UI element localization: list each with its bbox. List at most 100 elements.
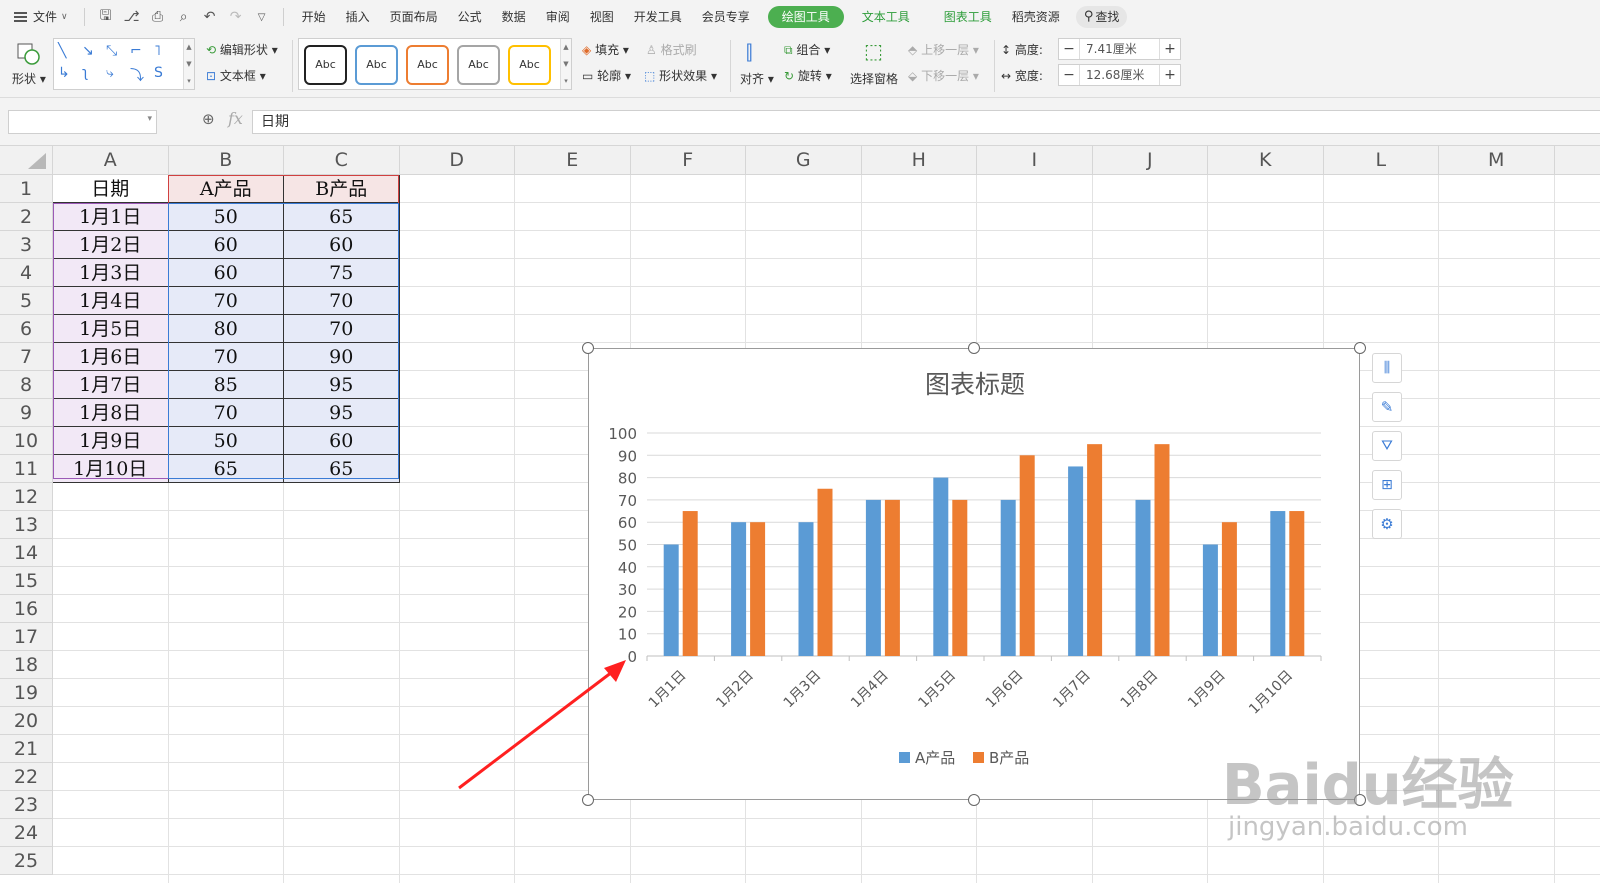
- gallery-scroll[interactable]: ▲ ▼ ▾: [183, 39, 194, 89]
- curve-double-icon[interactable]: ⤵: [130, 65, 144, 85]
- column-header-m[interactable]: M: [1439, 146, 1555, 175]
- column-header-l[interactable]: L: [1323, 146, 1439, 175]
- chart[interactable]: 图表标题 0 10 20 30 40 50 60 70 80 90 100 1月1日 1月2日 1月3日 1月…: [588, 348, 1360, 800]
- rotate-button[interactable]: ↻ 旋转 ▾: [784, 67, 832, 84]
- save-icon[interactable]: 🖫: [95, 6, 117, 28]
- chart-settings-button[interactable]: ⚙: [1372, 509, 1402, 539]
- header-cell[interactable]: 日期: [53, 175, 169, 203]
- align-button[interactable]: 对齐 ▾: [740, 70, 774, 87]
- tab-data[interactable]: 数据: [492, 0, 536, 34]
- shape-style-3[interactable]: Abc: [406, 45, 449, 85]
- column-header-h[interactable]: H: [861, 146, 977, 175]
- row-header-4[interactable]: 4: [0, 259, 53, 287]
- tab-view[interactable]: 视图: [580, 0, 624, 34]
- print-icon[interactable]: ⎙: [147, 6, 169, 28]
- chevron-down-icon[interactable]: ▾: [147, 114, 152, 124]
- format-painter-icon[interactable]: ⎇: [121, 6, 143, 28]
- row-header-24[interactable]: 24: [0, 819, 53, 847]
- fx-icon[interactable]: fx: [228, 109, 243, 128]
- shape-button[interactable]: 形状 ▾: [12, 70, 46, 87]
- row-header-9[interactable]: 9: [0, 399, 53, 427]
- file-menu[interactable]: 文件 ∨: [0, 0, 76, 34]
- undo-icon[interactable]: ↶: [199, 6, 221, 28]
- tab-formulas[interactable]: 公式: [448, 0, 492, 34]
- group-button[interactable]: ⧉ 组合 ▾: [784, 41, 830, 58]
- shape-style-4[interactable]: Abc: [457, 45, 500, 85]
- selection-pane-icon[interactable]: ⬚: [864, 39, 883, 63]
- increase-width-button[interactable]: +: [1160, 67, 1180, 83]
- format-painter-button[interactable]: ♙ 格式刷: [646, 41, 697, 58]
- name-box[interactable]: ▾: [8, 110, 157, 134]
- column-header-e[interactable]: E: [515, 146, 631, 175]
- send-backward-button[interactable]: ⬙ 下移一层 ▾: [908, 67, 979, 84]
- print-preview-icon[interactable]: ⌕: [173, 6, 195, 28]
- column-header-a[interactable]: A: [53, 146, 169, 175]
- tab-member[interactable]: 会员专享: [692, 0, 760, 34]
- column-header-c[interactable]: C: [284, 146, 400, 175]
- column-header-f[interactable]: F: [630, 146, 746, 175]
- select-all-corner[interactable]: [0, 146, 53, 175]
- row-header-5[interactable]: 5: [0, 287, 53, 315]
- elbow-double-icon[interactable]: ↳: [58, 65, 70, 81]
- column-header-n[interactable]: N: [1554, 146, 1600, 175]
- row-header-18[interactable]: 18: [0, 651, 53, 679]
- row-header-3[interactable]: 3: [0, 231, 53, 259]
- row-header-6[interactable]: 6: [0, 315, 53, 343]
- row-header-1[interactable]: 1: [0, 175, 53, 203]
- row-header-2[interactable]: 2: [0, 203, 53, 231]
- resize-handle-s[interactable]: [968, 794, 980, 806]
- bring-forward-button[interactable]: ⬘ 上移一层 ▾: [908, 41, 979, 58]
- arrow-line-icon[interactable]: ↘: [82, 43, 94, 59]
- row-header-7[interactable]: 7: [0, 343, 53, 371]
- height-stepper[interactable]: − 7.41厘米 +: [1058, 38, 1181, 60]
- fill-button[interactable]: ◈ 填充 ▾: [582, 41, 629, 58]
- row-header-15[interactable]: 15: [0, 567, 53, 595]
- tab-review[interactable]: 审阅: [536, 0, 580, 34]
- tab-chart-tools[interactable]: 图表工具: [934, 0, 1002, 34]
- tab-insert[interactable]: 插入: [336, 0, 380, 34]
- tab-home[interactable]: 开始: [292, 0, 336, 34]
- tab-text-tools[interactable]: 文本工具: [852, 0, 920, 34]
- curve-icon[interactable]: ʅ: [82, 65, 88, 81]
- edit-shape-button[interactable]: ⟲ 编辑形状 ▾: [206, 41, 278, 58]
- column-header-k[interactable]: K: [1208, 146, 1324, 175]
- column-header-j[interactable]: J: [1092, 146, 1208, 175]
- redo-icon[interactable]: ↷: [225, 6, 247, 28]
- chart-data-button[interactable]: ⊞: [1372, 470, 1402, 500]
- column-header-d[interactable]: D: [399, 146, 515, 175]
- increase-height-button[interactable]: +: [1160, 41, 1180, 57]
- shape-effects-button[interactable]: ⬚ 形状效果 ▾: [644, 67, 717, 84]
- column-header-i[interactable]: I: [977, 146, 1093, 175]
- tab-page-layout[interactable]: 页面布局: [380, 0, 448, 34]
- chart-style-button[interactable]: ✎: [1372, 392, 1402, 422]
- row-header-20[interactable]: 20: [0, 707, 53, 735]
- outline-button[interactable]: ▭ 轮廓 ▾: [582, 67, 631, 84]
- shape-icon[interactable]: [16, 42, 42, 66]
- row-header-22[interactable]: 22: [0, 763, 53, 791]
- row-header-10[interactable]: 10: [0, 427, 53, 455]
- text-box-button[interactable]: ⊡ 文本框 ▾: [206, 67, 266, 84]
- column-header-g[interactable]: G: [746, 146, 862, 175]
- width-stepper[interactable]: − 12.68厘米 +: [1058, 64, 1181, 86]
- chart-elements-button[interactable]: ⫼: [1372, 353, 1402, 383]
- elbow-arrow-icon[interactable]: ˥: [154, 43, 161, 59]
- row-header-12[interactable]: 12: [0, 483, 53, 511]
- align-icon[interactable]: ⫿: [746, 40, 752, 64]
- shape-style-gallery[interactable]: Abc Abc Abc Abc Abc ▲ ▼ ▾: [298, 38, 572, 90]
- row-header-13[interactable]: 13: [0, 511, 53, 539]
- gallery-scroll[interactable]: ▲ ▼ ▾: [560, 39, 571, 89]
- decrease-width-button[interactable]: −: [1059, 67, 1079, 83]
- curve-arrow-icon[interactable]: ⤷: [106, 65, 114, 81]
- resize-handle-n[interactable]: [968, 342, 980, 354]
- freeform-icon[interactable]: S: [154, 65, 163, 81]
- search-box[interactable]: ⚲ 查找: [1075, 6, 1128, 28]
- row-header-11[interactable]: 11: [0, 455, 53, 483]
- double-arrow-icon[interactable]: ⤡: [106, 43, 117, 59]
- shape-style-1[interactable]: Abc: [304, 45, 347, 85]
- tab-drawing-tools[interactable]: 绘图工具: [767, 6, 844, 28]
- line-icon[interactable]: ╲: [58, 43, 66, 59]
- height-input[interactable]: 7.41厘米: [1079, 39, 1160, 59]
- resize-handle-ne[interactable]: [1354, 342, 1366, 354]
- tab-templates[interactable]: 稻壳资源: [1002, 0, 1070, 34]
- decrease-height-button[interactable]: −: [1059, 41, 1079, 57]
